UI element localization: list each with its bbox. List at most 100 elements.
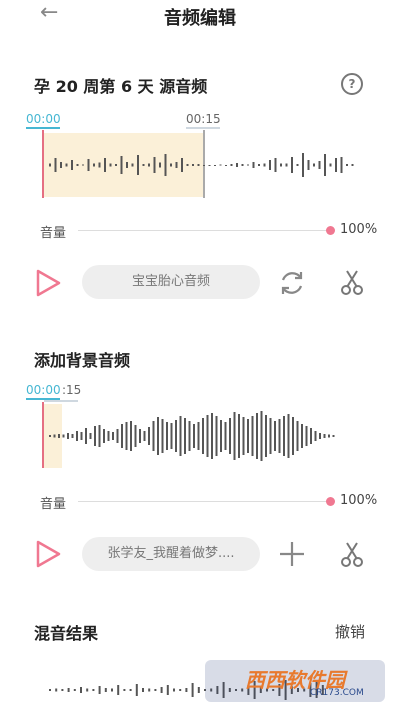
waveform-bar — [211, 413, 213, 459]
waveform-bar — [49, 435, 51, 437]
waveform-bar — [328, 434, 330, 438]
undo-button[interactable]: 撤销 — [335, 621, 365, 642]
waveform-bar — [98, 686, 101, 694]
waveform-bar — [191, 683, 194, 697]
waveform-bar — [62, 434, 65, 438]
waveform-bar — [123, 689, 126, 691]
waveform-bar — [340, 157, 343, 173]
waveform-bar — [305, 426, 308, 446]
waveform-bar — [185, 688, 188, 692]
refresh-icon[interactable] — [276, 267, 308, 299]
waveform-bar — [233, 412, 236, 460]
waveform-bar — [242, 417, 245, 455]
waveform-bar — [256, 413, 258, 459]
waveform-bar — [329, 163, 332, 167]
waveform-bar — [58, 434, 60, 438]
bg-volume-track[interactable] — [78, 501, 330, 502]
waveform-bar — [148, 163, 150, 167]
scissors-icon[interactable] — [337, 539, 367, 569]
waveform-bar — [346, 164, 348, 166]
waveform-bar — [175, 162, 178, 168]
waveform-bar — [71, 160, 73, 170]
waveform-bar — [139, 429, 141, 443]
watermark-subtext: CR173.COM — [310, 688, 364, 698]
waveform-bar — [121, 424, 123, 448]
waveform-bar — [241, 164, 244, 166]
waveform-bar — [142, 164, 145, 166]
bg-volume-label: 音量 — [40, 497, 67, 512]
waveform-bar — [351, 164, 354, 166]
waveform-bar — [197, 164, 200, 166]
plus-icon[interactable] — [277, 539, 307, 569]
waveform-bar — [186, 164, 189, 166]
waveform-bar — [65, 163, 68, 167]
play-icon[interactable] — [33, 539, 63, 569]
waveform-bar — [296, 164, 299, 166]
waveform-bar — [280, 163, 282, 167]
bg-end-time: :15 — [62, 383, 82, 397]
waveform-bar — [238, 414, 240, 458]
waveform-bar — [54, 158, 57, 172]
waveform-bar — [208, 165, 211, 166]
waveform-bar — [314, 431, 317, 441]
waveform-bar — [247, 419, 249, 453]
background-audio-title: 添加背景音频 — [34, 351, 131, 370]
question-circle-icon[interactable]: ? — [341, 73, 363, 95]
scissors-icon[interactable] — [337, 267, 367, 297]
waveform-bar — [111, 688, 113, 692]
waveform-bar — [104, 688, 107, 692]
waveform-bar — [107, 431, 110, 441]
waveform-bar — [160, 687, 163, 693]
source-volume-label: 音量 — [40, 226, 67, 241]
waveform-bar — [55, 688, 58, 692]
waveform-bar — [283, 416, 285, 456]
background-waveform — [49, 411, 335, 461]
waveform-bar — [116, 429, 119, 443]
waveform-bar — [148, 427, 150, 445]
waveform-bar — [80, 432, 83, 440]
waveform-bar — [152, 421, 155, 451]
waveform-bar — [126, 162, 128, 168]
play-icon[interactable] — [33, 268, 63, 298]
waveform-bar — [67, 433, 69, 439]
waveform-bar — [173, 688, 175, 692]
waveform-bar — [181, 158, 183, 172]
waveform-bar — [188, 421, 191, 451]
source-waveform — [49, 153, 354, 177]
waveform-bar — [214, 165, 216, 166]
waveform-bar — [49, 163, 51, 167]
waveform-bar — [206, 415, 209, 457]
waveform-bar — [137, 155, 139, 175]
waveform-bar — [164, 154, 167, 176]
waveform-bar — [324, 154, 326, 176]
waveform-bar — [61, 689, 64, 691]
waveform-bar — [76, 431, 78, 441]
source-start-time: 00:00 — [26, 112, 61, 126]
bg-clip-name-button[interactable]: 张学友_我醒着做梦.... — [82, 537, 260, 571]
waveform-bar — [94, 426, 96, 446]
waveform-bar — [142, 688, 144, 692]
waveform-bar — [109, 163, 112, 167]
source-clip-name-button[interactable]: 宝宝胎心音频 — [82, 265, 260, 299]
source-volume-track[interactable] — [78, 230, 330, 231]
waveform-bar — [112, 432, 114, 440]
source-end-underline — [186, 127, 220, 129]
waveform-bar — [335, 158, 337, 172]
waveform-bar — [220, 420, 222, 452]
waveform-bar — [313, 163, 315, 167]
waveform-bar — [285, 163, 288, 167]
waveform-bar — [192, 164, 194, 166]
waveform-bar — [225, 165, 227, 166]
waveform-bar — [230, 164, 233, 166]
waveform-bar — [154, 689, 157, 691]
source-volume-handle[interactable] — [326, 226, 335, 235]
waveform-bar — [197, 687, 200, 693]
waveform-bar — [278, 419, 281, 453]
waveform-bar — [73, 689, 76, 691]
bg-volume-handle[interactable] — [326, 497, 335, 506]
page-title: 音频编辑 — [164, 8, 236, 29]
bg-volume-value: 100% — [340, 493, 378, 508]
waveform-bar — [80, 687, 82, 693]
waveform-bar — [219, 164, 222, 166]
waveform-bar — [323, 434, 326, 438]
